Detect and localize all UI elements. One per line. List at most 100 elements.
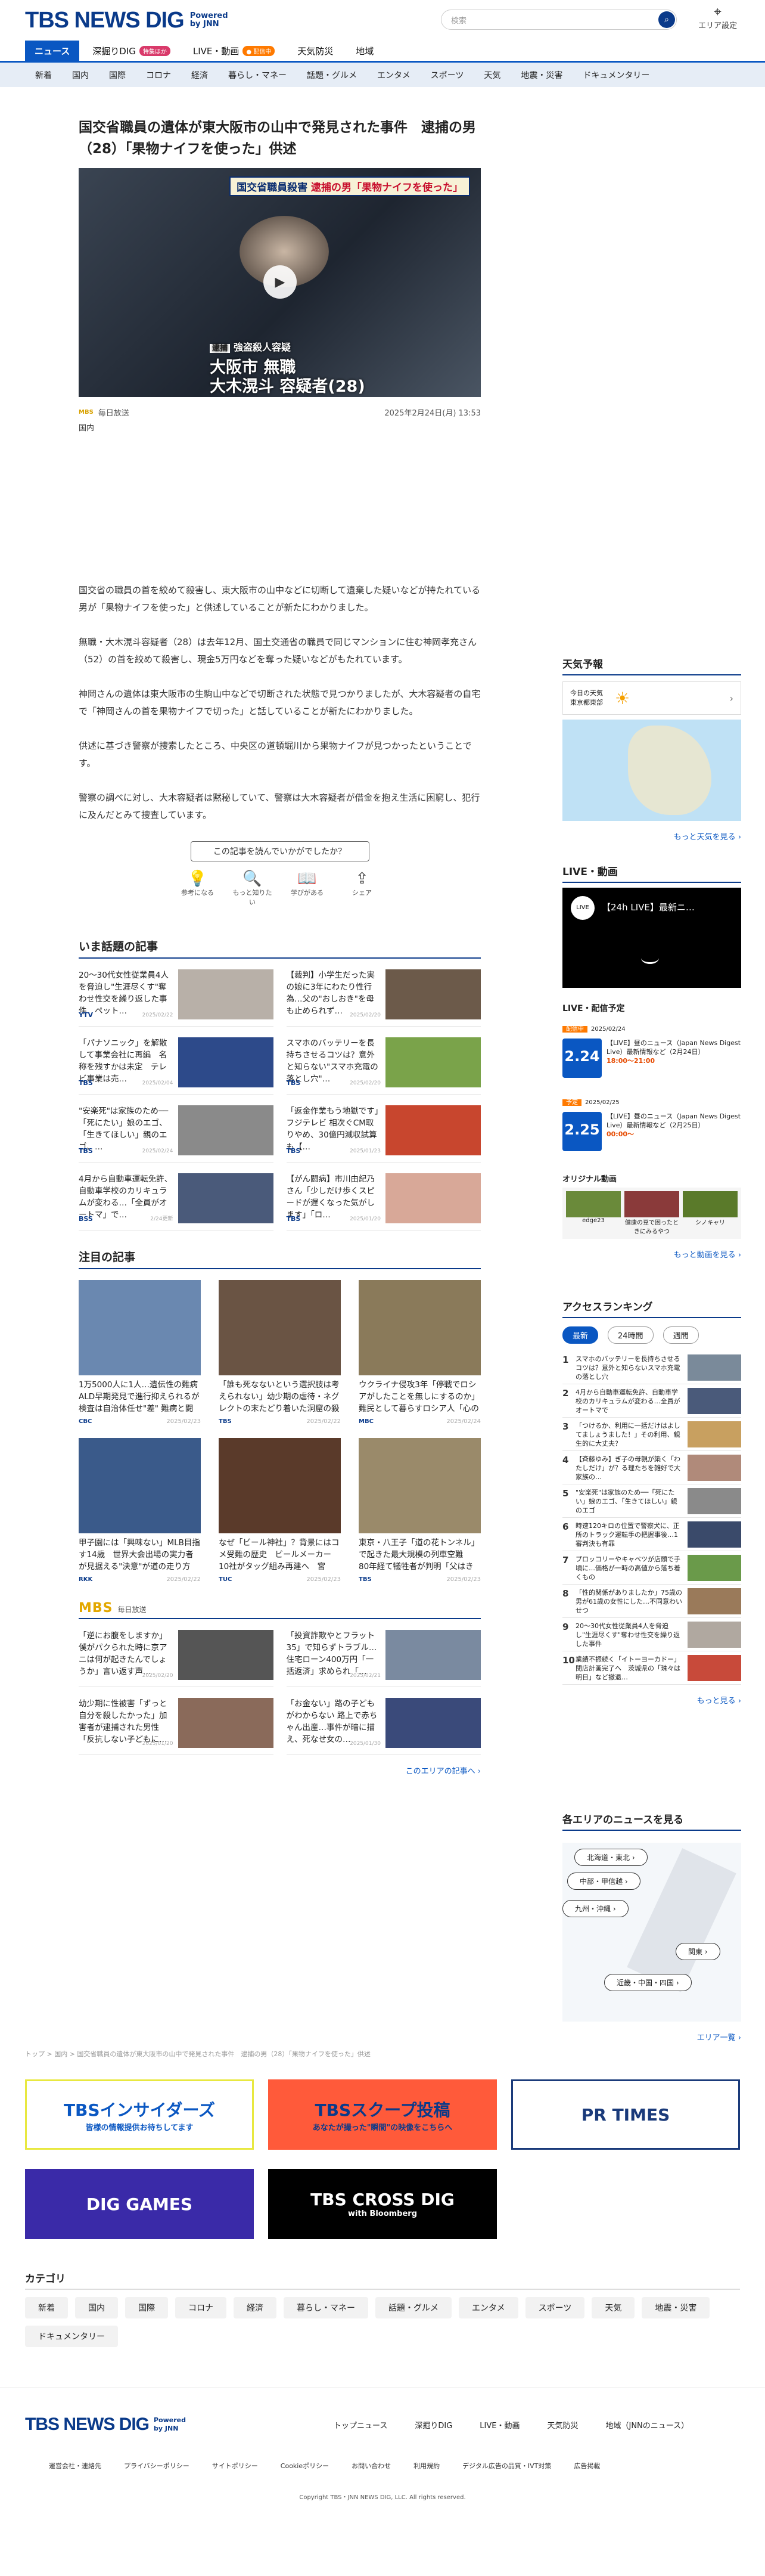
category-chip[interactable]: 暮らし・マネー — [284, 2297, 368, 2318]
ranking-item[interactable]: 3 「つけるか、利用に一括だけはよしてましょうました！」その利用、親生的に大丈夫？ — [562, 1418, 741, 1451]
weather-map[interactable] — [562, 720, 741, 821]
trending-item[interactable]: スマホのバッテリーを長持ちさせるコツは？意外と知らない"スマホ充電の落とし穴"…… — [286, 1037, 481, 1095]
original-video[interactable]: 健康の豆で困ったときにみるやつ — [624, 1191, 679, 1235]
ranking-item[interactable]: 9 20～30代女性従業員4人を脅迫し"生涯尽くす"奪わせ性交を繰り返した事件 — [562, 1618, 741, 1651]
footer-sublink[interactable]: 運営会社・連絡先 — [49, 2461, 101, 2470]
footer-logo[interactable]: TBS NEWS DIG Powered by JNN — [25, 2414, 189, 2435]
ranking-item[interactable]: 5 "安楽死"は家族のため──「死にたい」娘のエゴ、「生きてほしい」親のエゴ — [562, 1484, 741, 1518]
trending-item[interactable]: 「返金作業もう地獄です」フジテレビ 相次ぐCM取りやめ、30億円減収試算も【… T… — [286, 1105, 481, 1163]
featured-card[interactable]: 「誰も死なないという選択肢は考えられない」幼少期の虐待・ネグレクトの末たどり着い… — [219, 1280, 341, 1425]
banner[interactable]: TBS CROSS DIG with Bloomberg — [268, 2169, 497, 2239]
original-video[interactable]: edge23 — [566, 1191, 621, 1235]
footer-sublink[interactable]: デジタル広告の品質・IVT対策 — [462, 2461, 551, 2470]
source-name[interactable]: 毎日放送 — [98, 407, 129, 418]
trending-item[interactable]: 4月から自動車運転免許、自動車学校のカリキュラムが変わる…「全員がオートマ」で…… — [79, 1173, 273, 1230]
category-chip[interactable]: エンタメ — [459, 2297, 518, 2318]
footer-link[interactable]: LIVE・動画 — [480, 2419, 520, 2431]
mbs-item[interactable]: 「逆にお腹をしますか」僕がパクられた時に京アニは何が起きたんでしょうか」言い返す… — [79, 1630, 273, 1687]
category-nav-item[interactable]: 地震・災害 — [511, 69, 573, 81]
original-video[interactable]: シノキャリ — [683, 1191, 738, 1235]
mbs-more-link[interactable]: このエリアの記事へ › — [79, 1765, 481, 1776]
mbs-item[interactable]: 「投資詐欺やとフラット35」で知らずトラブル…住宅ローン400万円「一括返済」求… — [286, 1630, 481, 1687]
breadcrumb[interactable]: トップ > 国内 > 国交省職員の遺体が東大阪市の山中で発見された事件 逮捕の男… — [25, 2049, 371, 2059]
banner[interactable]: TBSインサイダーズ 皆様の情報提供お待ちしてます — [25, 2079, 254, 2150]
footer-link[interactable]: 天気防災 — [547, 2419, 578, 2431]
mbs-item[interactable]: 「お金ない」路の子どもがわからない 路上で赤ちゃん出産…事件が暗に描え、死なせ女… — [286, 1698, 481, 1755]
today-weather[interactable]: 今日の天気 東京都東部 ☀ › — [562, 681, 741, 715]
category-nav-item[interactable]: 国際 — [99, 69, 136, 81]
featured-card[interactable]: 甲子園には「興味ない」MLB目指す14歳 世界大会出場の実力者が見据える"決意"… — [79, 1438, 201, 1583]
schedule-item[interactable]: 予定 2025/02/25 2.25 【LIVE】昼のニュース（Japan News … — [562, 1097, 741, 1164]
ranking-item[interactable]: 4 【斉藤ゆみ】ぎ子の母親が築く「わたしだけ」が？る理たちを雑好で大家族の… — [562, 1451, 741, 1484]
live-player[interactable]: LIVE 【24h LIVE】最新ニ… — [562, 888, 741, 988]
reaction-button[interactable]: ⇪ シェア — [341, 870, 383, 907]
category-nav-item[interactable]: 新着 — [25, 69, 62, 81]
area-button[interactable]: 九州・沖縄 › — [562, 1900, 629, 1917]
trending-item[interactable]: 【がん闘病】市川由紀乃さん「少しだけ歩くスピードが遅くなった気がします」「ロ… T… — [286, 1173, 481, 1230]
nav-item[interactable]: LIVE・動画 ● 配信中 — [184, 41, 284, 61]
ranking-item[interactable]: 7 プロッコリーやキャベツが店頭で手頃に…価格が一時の高値から落ち着くもの — [562, 1551, 741, 1585]
site-logo[interactable]: TBS NEWS DIG Powered by JNN — [25, 8, 232, 33]
ranking-more-link[interactable]: もっと見る › — [562, 1694, 741, 1706]
ranking-item[interactable]: 10 業績不振続く「イトーヨーカドー」閉店計画完了へ 茨城県の「珠々は明日」など撤… — [562, 1651, 741, 1685]
category-nav-item[interactable]: 経済 — [181, 69, 218, 81]
search-input[interactable]: 検索 ⌕ — [441, 10, 677, 30]
category-chip[interactable]: スポーツ — [525, 2297, 585, 2318]
category-chip[interactable]: 天気 — [592, 2297, 635, 2318]
article-category[interactable]: 国内 — [79, 421, 481, 433]
nav-item[interactable]: 地域 — [346, 41, 383, 61]
ranking-tab[interactable]: 週間 — [663, 1326, 699, 1344]
category-nav-item[interactable]: エンタメ — [367, 69, 421, 81]
footer-sublink[interactable]: お問い合わせ — [352, 2461, 391, 2470]
reaction-button[interactable]: 🔍 もっと知りたい — [232, 870, 273, 907]
ranking-tab[interactable]: 最新 — [562, 1326, 599, 1344]
category-nav-item[interactable]: 天気 — [474, 69, 511, 81]
footer-sublink[interactable]: プライバシーポリシー — [124, 2461, 189, 2470]
area-button[interactable]: 北海道・東北 › — [574, 1849, 648, 1866]
category-nav-item[interactable]: ドキュメンタリー — [573, 69, 660, 81]
category-chip[interactable]: ドキュメンタリー — [25, 2326, 118, 2347]
featured-card[interactable]: ウクライナ侵攻3年「停戦でロシアがしたことを無しにするのか」 難民として暮らすロ… — [359, 1280, 481, 1425]
category-chip[interactable]: 地震・災害 — [642, 2297, 710, 2318]
footer-sublink[interactable]: Cookieポリシー — [281, 2461, 329, 2470]
trending-item[interactable]: 20～30代女性従業員4人を脅迫し"生涯尽くす"奪わせ性交を繰り返した事件 ペッ… — [79, 969, 273, 1027]
ranking-item[interactable]: 2 4月から自動車運転免許、自動車学校のカリキュラムが変わる…全員がオートマで — [562, 1384, 741, 1418]
category-nav-item[interactable]: コロナ — [136, 69, 181, 81]
nav-item[interactable]: 深掘りDIG 特集ほか — [83, 41, 180, 61]
ranking-item[interactable]: 1 スマホのバッテリーを長持ちさせるコツは？意外と知らないスマホ充電の落とし穴 — [562, 1351, 741, 1384]
category-nav-item[interactable]: 暮らし・マネー — [218, 69, 297, 81]
ranking-item[interactable]: 6 時速120キロの位置で警察犬に、正所のトラック運転手の把握事後…1審判決も有罪 — [562, 1518, 741, 1551]
footer-sublink[interactable]: 広告掲載 — [574, 2461, 600, 2470]
category-nav-item[interactable]: スポーツ — [421, 69, 474, 81]
areas-more-link[interactable]: エリア一覧 › — [562, 2031, 741, 2042]
reaction-button[interactable]: 📖 学びがある — [287, 870, 328, 907]
banner[interactable]: PR TIMES — [511, 2079, 740, 2150]
trending-item[interactable]: "安楽死"は家族のため──「死にたい」娘のエゴ、「生きてほしい」親のエゴ、… TB… — [79, 1105, 273, 1163]
mbs-item[interactable]: 幼少期に性被害「ずっと自分を殺したかった」加害者が逮捕された男性「反抗しない子ど… — [79, 1698, 273, 1755]
category-chip[interactable]: 国内 — [75, 2297, 118, 2318]
search-icon[interactable]: ⌕ — [658, 11, 675, 28]
ranking-tab[interactable]: 24時間 — [608, 1326, 654, 1344]
area-button[interactable]: 近畿・中国・四国 › — [604, 1974, 692, 1991]
category-chip[interactable]: 話題・グルメ — [375, 2297, 452, 2318]
featured-card[interactable]: なぜ「ビール神社」？背景にはコメ受難の歴史 ビールメーカー10社がタッグ組み再建… — [219, 1438, 341, 1583]
banner[interactable]: DIG GAMES — [25, 2169, 254, 2239]
featured-card[interactable]: 1万5000人に1人…遺伝性の難病ALD早期発見で進行抑えられるが検査は自治体任… — [79, 1280, 201, 1425]
category-nav-item[interactable]: 国内 — [62, 69, 99, 81]
category-nav-item[interactable]: 話題・グルメ — [297, 69, 367, 81]
reaction-button[interactable]: 💡 参考になる — [177, 870, 219, 907]
trending-item[interactable]: 【裁判】小学生だった実の娘に3年にわたり性行為…父の"おしおき"を母も止められず… — [286, 969, 481, 1027]
footer-link[interactable]: 深掘りDIG — [415, 2419, 452, 2431]
nav-item[interactable]: 天気防災 — [288, 41, 343, 61]
ranking-item[interactable]: 8 「性的関係がありましたか」75歳の男が61歳の女性にした…不同意わいせつ — [562, 1585, 741, 1618]
category-chip[interactable]: コロナ — [175, 2297, 226, 2318]
article-video[interactable]: 国交省職員殺害 逮捕の男「果物ナイフを使った」 ▶ 逮捕 強盗殺人容疑 大阪市 無… — [79, 168, 481, 397]
play-icon[interactable]: ▶ — [263, 265, 297, 299]
area-setting-button[interactable]: ⌖ エリア設定 — [698, 6, 737, 31]
banner[interactable]: TBSスクープ投稿 あなたが撮った"瞬間"の映像をこちらへ — [268, 2079, 497, 2150]
area-button[interactable]: 関東 › — [676, 1943, 720, 1960]
footer-sublink[interactable]: 利用規約 — [413, 2461, 440, 2470]
featured-card[interactable]: 東京・八王子「道の花トンネル」で起きた最大規模の列車空難 80年経て犠牲者が判明… — [359, 1438, 481, 1583]
category-chip[interactable]: 新着 — [25, 2297, 68, 2318]
schedule-item[interactable]: 配信中 2025/02/24 2.24 【LIVE】昼のニュース（Japan News… — [562, 1024, 741, 1091]
